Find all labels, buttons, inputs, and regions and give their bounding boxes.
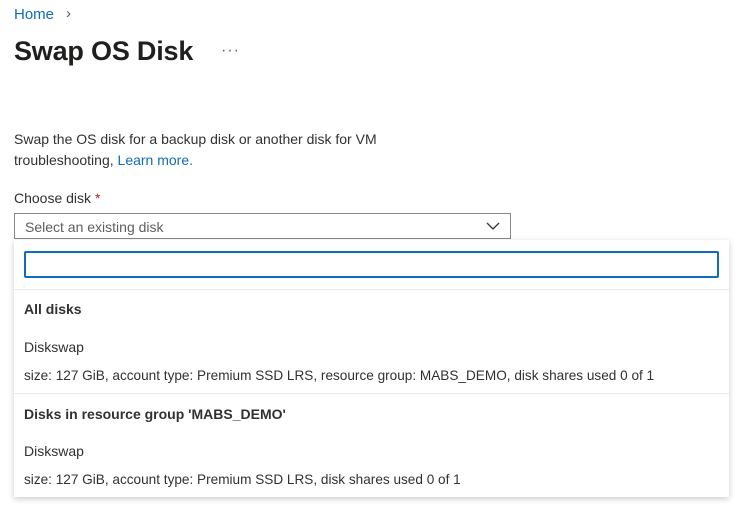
more-options-button[interactable]: ··· <box>221 42 240 60</box>
dropdown-popup: All disks Diskswap size: 127 GiB, accoun… <box>14 240 729 497</box>
description-text: Swap the OS disk for a backup disk or an… <box>14 131 377 168</box>
choose-disk-dropdown[interactable]: Select an existing disk <box>14 213 511 239</box>
label-text: Choose disk <box>14 190 92 206</box>
disk-option-name[interactable]: Diskswap <box>24 443 84 459</box>
group-header-all-disks: All disks <box>24 301 82 317</box>
group-header-resource-group: Disks in resource group 'MABS_DEMO' <box>24 406 286 422</box>
disk-option-details[interactable]: size: 127 GiB, account type: Premium SSD… <box>24 368 654 383</box>
learn-more-link[interactable]: Learn more. <box>118 152 193 168</box>
divider <box>14 289 729 290</box>
disk-search-input[interactable] <box>24 251 719 278</box>
page-title: Swap OS Disk <box>14 36 194 66</box>
divider <box>14 393 729 394</box>
dropdown-placeholder: Select an existing disk <box>25 219 164 235</box>
description: Swap the OS disk for a backup disk or an… <box>14 129 434 171</box>
breadcrumb-chevron-icon: › <box>66 5 71 22</box>
disk-option-details[interactable]: size: 127 GiB, account type: Premium SSD… <box>24 472 461 487</box>
breadcrumb-home-link[interactable]: Home <box>14 6 54 23</box>
disk-option-name[interactable]: Diskswap <box>24 339 84 355</box>
choose-disk-label: Choose disk * <box>14 190 101 206</box>
required-marker: * <box>95 190 101 206</box>
chevron-down-icon <box>486 222 500 230</box>
